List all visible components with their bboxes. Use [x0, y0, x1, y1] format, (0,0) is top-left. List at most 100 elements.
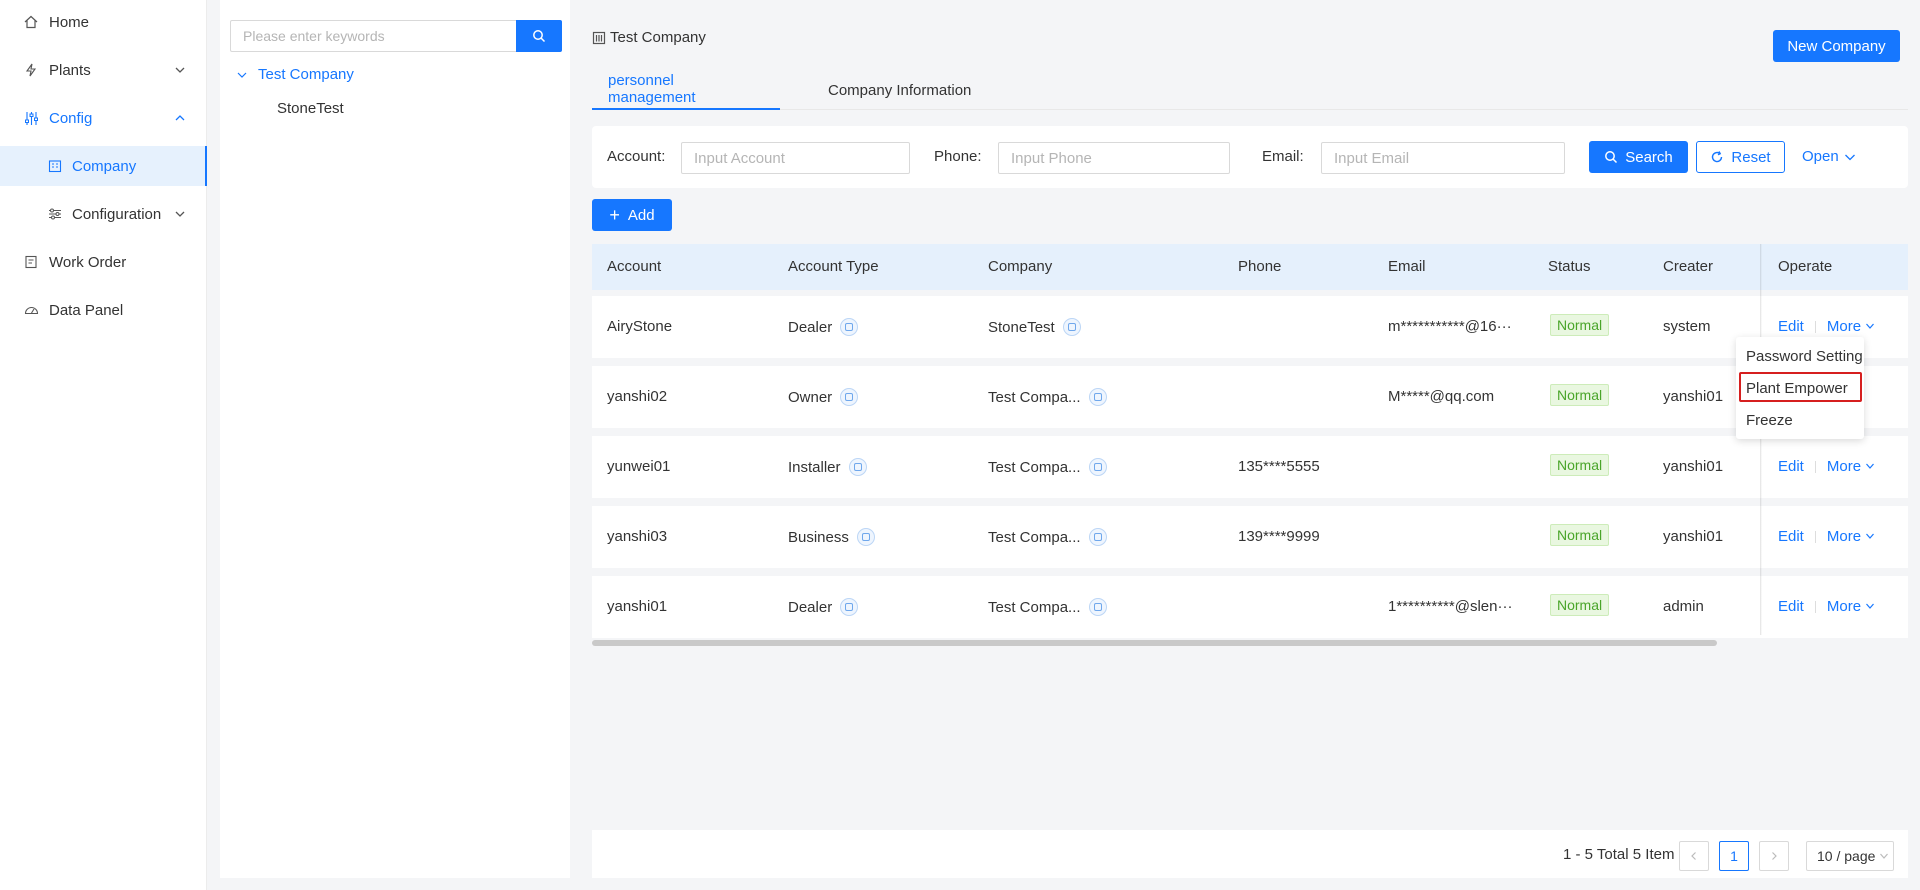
sidebar-item-data-panel[interactable]: Data Panel — [0, 290, 207, 330]
chevron-left-icon — [1691, 852, 1696, 860]
company-icon — [1062, 318, 1081, 336]
tree-node-root[interactable]: Test Company — [236, 66, 354, 83]
tab-personnel-management[interactable]: personnel management — [592, 70, 780, 110]
more-link[interactable]: More — [1827, 318, 1875, 335]
cell-creater: yanshi01 — [1663, 528, 1724, 545]
chevron-down-icon — [175, 211, 185, 217]
clipboard-icon — [23, 254, 39, 270]
account-input[interactable] — [681, 142, 910, 174]
more-label: More — [1826, 318, 1862, 335]
sidebar-item-plants[interactable]: Plants — [0, 50, 207, 90]
table-row: yunwei01 Installer Test Compa... 135****… — [592, 436, 1908, 498]
status-badge: Normal — [1550, 384, 1610, 406]
search-icon — [1605, 151, 1618, 164]
page-size-select[interactable]: 10 / page — [1806, 841, 1894, 871]
cell-account: yanshi01 — [607, 598, 668, 615]
column-header: Status — [1548, 258, 1591, 275]
sliders-icon — [23, 110, 39, 126]
more-link[interactable]: More — [1827, 598, 1875, 615]
cell-text: Owner — [788, 388, 833, 406]
cell-text: Dealer — [788, 318, 833, 336]
divider — [1814, 320, 1816, 333]
divider — [1814, 460, 1816, 473]
search-button[interactable]: Search — [1589, 141, 1688, 173]
cell-operate: Edit More — [1778, 458, 1875, 475]
prev-page-button[interactable] — [1679, 841, 1709, 871]
column-header: Phone — [1238, 258, 1282, 275]
sidebar-item-work-order[interactable]: Work Order — [0, 242, 207, 282]
sidebar-item-config[interactable]: Config — [0, 98, 207, 138]
tree-search-button[interactable] — [516, 20, 562, 52]
more-label: More — [1826, 598, 1862, 615]
label-text: Account — [607, 148, 662, 165]
chevron-down-icon — [1880, 853, 1889, 859]
plus-icon: + — [609, 205, 620, 225]
cell-account: AiryStone — [607, 318, 673, 335]
menu-item-freeze[interactable]: Freeze — [1736, 405, 1864, 435]
home-icon — [23, 14, 39, 30]
add-button-label: Add — [627, 206, 655, 224]
add-button[interactable]: + Add — [592, 199, 672, 231]
horizontal-scrollbar[interactable] — [592, 640, 1717, 646]
lightning-icon — [23, 62, 39, 78]
chevron-right-icon — [1772, 852, 1777, 860]
pagination-bar: 1 - 5 Total 5 Item 1 10 / page — [592, 830, 1908, 878]
cell-text: Installer — [788, 458, 841, 476]
settings-lines-icon — [47, 206, 63, 222]
phone-filter-label: Phone: — [934, 148, 982, 165]
cell-email: 1**********@slen··· — [1388, 598, 1513, 615]
account-type-icon — [840, 318, 859, 336]
edit-link[interactable]: Edit — [1778, 598, 1804, 615]
more-label: More — [1826, 528, 1862, 545]
sidebar-item-home[interactable]: Home — [0, 2, 207, 42]
table-row: yanshi03 Business Test Compa... 139****9… — [592, 506, 1908, 568]
sidebar-item-label: Data Panel — [49, 301, 124, 319]
edit-link[interactable]: Edit — [1778, 528, 1804, 545]
fixed-column-shadow — [1760, 244, 1762, 635]
cell-operate: Edit More — [1778, 318, 1875, 335]
cell-company: Test Compa... — [988, 388, 1107, 406]
column-header: Account — [607, 258, 662, 275]
new-company-button[interactable]: New Company — [1773, 30, 1900, 62]
sidebar: Home Plants Config Company Configuration… — [0, 0, 207, 890]
chevron-up-icon — [175, 115, 185, 121]
tree-node-child[interactable]: StoneTest — [277, 100, 344, 117]
search-button-label: Search — [1625, 148, 1673, 166]
page-button[interactable]: 1 — [1719, 841, 1749, 871]
breadcrumb-label: Test Company — [610, 29, 706, 46]
company-icon — [1088, 388, 1107, 406]
menu-item-plant-empower[interactable]: Plant Empower — [1736, 373, 1864, 403]
gauge-icon — [23, 302, 39, 318]
main-content: Test Company New Company personnel manag… — [592, 0, 1908, 890]
status-badge: Normal — [1550, 454, 1610, 476]
company-tree-panel: Test Company StoneTest — [220, 0, 570, 878]
cell-email: M*****@qq.com — [1388, 388, 1495, 405]
edit-link[interactable]: Edit — [1778, 458, 1804, 475]
menu-item-password-setting[interactable]: Password Setting — [1736, 341, 1864, 371]
email-filter-label: Email: — [1262, 148, 1304, 165]
tab-company-information[interactable]: Company Information — [828, 70, 971, 110]
company-icon — [1088, 528, 1107, 546]
account-type-icon — [856, 528, 875, 546]
search-icon — [533, 30, 546, 43]
reset-button-label: Reset — [1731, 148, 1771, 166]
more-link[interactable]: More — [1827, 458, 1875, 475]
column-header: Company — [988, 258, 1053, 275]
tree-node-label: StoneTest — [277, 100, 344, 117]
email-input[interactable] — [1321, 142, 1565, 174]
edit-link[interactable]: Edit — [1778, 318, 1804, 335]
cell-text: Test Compa... — [988, 528, 1081, 546]
more-link[interactable]: More — [1827, 528, 1875, 545]
reset-button[interactable]: Reset — [1696, 141, 1785, 173]
sidebar-item-configuration[interactable]: Configuration — [0, 194, 207, 234]
cell-company: Test Compa... — [988, 458, 1107, 476]
cell-account: yunwei01 — [607, 458, 671, 475]
cell-operate: Edit More — [1778, 528, 1875, 545]
tree-search-input[interactable] — [230, 20, 516, 52]
tree-node-label: Test Company — [258, 66, 354, 83]
sidebar-item-company[interactable]: Company — [0, 146, 207, 186]
next-page-button[interactable] — [1759, 841, 1789, 871]
open-filters-toggle[interactable]: Open — [1802, 148, 1857, 165]
phone-input[interactable] — [998, 142, 1230, 174]
cell-text: Dealer — [788, 598, 833, 616]
